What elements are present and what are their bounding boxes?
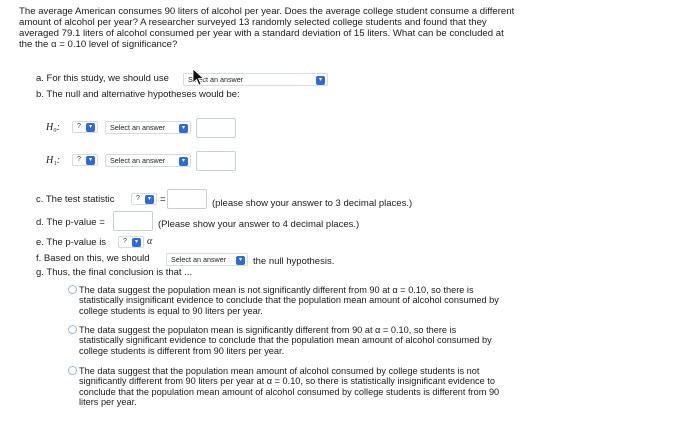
h1-relation-value: Select an answer (110, 156, 166, 165)
h0-parameter-select[interactable]: ? ▾ (72, 121, 98, 133)
p-value-input[interactable] (113, 211, 153, 231)
part-c-label: c. The test statistic (36, 194, 115, 205)
chevron-down-icon: ▾ (145, 195, 154, 204)
test-statistic-input[interactable] (167, 189, 207, 209)
question-prompt: The average American consumes 90 liters … (19, 6, 515, 50)
chevron-down-icon: ▾ (86, 123, 95, 132)
conclusion-option-3-radio[interactable] (68, 366, 77, 375)
h1-parameter-select[interactable]: ? ▾ (72, 154, 98, 166)
chevron-down-icon: ▾ (179, 123, 188, 133)
part-b-label: b. The null and alternative hypotheses w… (36, 89, 240, 100)
chevron-down-icon: ▾ (86, 156, 95, 165)
part-c-note: (please show your answer to 3 decimal pl… (212, 198, 413, 209)
h0-parameter-value: ? (77, 123, 81, 130)
h1-label: H₁: (46, 155, 61, 166)
h0-relation-select[interactable]: Select an answer ▾ (105, 121, 191, 134)
conclusion-option-1-radio[interactable] (68, 285, 77, 294)
conclusion-option-2-text: The data suggest the populaton mean is s… (79, 325, 492, 356)
part-a-label: a. For this study, we should use (36, 73, 169, 84)
chevron-down-icon: ▾ (236, 255, 245, 265)
h0-label: H₀: (46, 122, 61, 133)
h1-relation-select[interactable]: Select an answer ▾ (105, 154, 191, 167)
part-g-label: g. Thus, the final conclusion is that ..… (36, 267, 193, 278)
decision-select[interactable]: Select an answer ▾ (166, 253, 248, 266)
h1-parameter-value: ? (77, 156, 81, 163)
p-value-comparison-value: ? (123, 238, 127, 245)
test-statistic-symbol-value: ? (136, 195, 140, 202)
h0-value-input[interactable] (196, 118, 236, 138)
conclusion-option-3-text: The data suggest that the population mea… (79, 366, 500, 408)
chevron-down-icon: ▾ (316, 75, 325, 85)
part-f-suffix: the null hypothesis. (253, 256, 335, 267)
part-f-label: f. Based on this, we should (36, 253, 150, 264)
p-value-comparison-select[interactable]: ? ▾ (118, 236, 144, 248)
h1-value-input[interactable] (196, 151, 236, 171)
conclusion-option-1-text: The data suggest the population mean is … (79, 285, 499, 316)
part-d-note: (Please show your answer to 4 decimal pl… (158, 219, 360, 230)
part-e-label: e. The p-value is (36, 237, 107, 248)
h0-relation-value: Select an answer (110, 123, 166, 132)
part-d-label: d. The p-value = (36, 217, 105, 228)
alpha-symbol: α (147, 236, 153, 247)
conclusion-option-2-radio[interactable] (68, 325, 77, 334)
test-statistic-symbol-select[interactable]: ? ▾ (131, 193, 157, 205)
decision-select-value: Select an answer (171, 255, 227, 264)
chevron-down-icon: ▾ (132, 238, 141, 247)
chevron-down-icon: ▾ (179, 156, 188, 166)
test-statistic-equals: = (160, 194, 166, 205)
mouse-cursor-icon (192, 68, 205, 86)
